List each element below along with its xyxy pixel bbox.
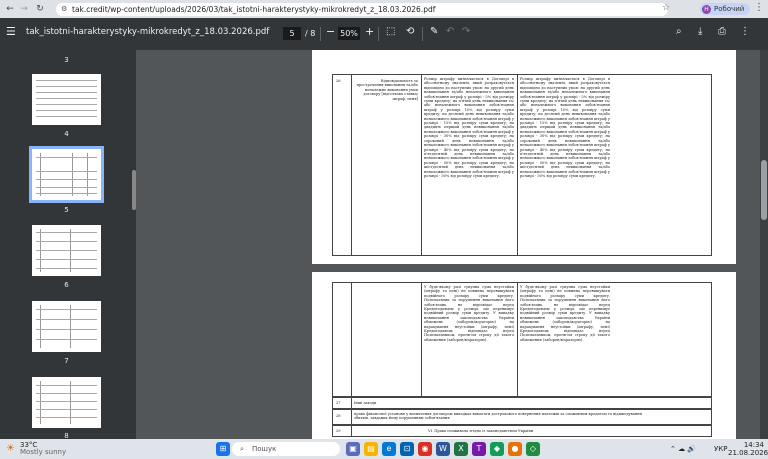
browser-menu-icon[interactable]: ⋮ [754, 2, 764, 13]
thumbnail-page-number: 4 [64, 130, 69, 138]
chrome-icon[interactable]: ◉ [418, 442, 432, 456]
app-icon[interactable]: ● [508, 442, 522, 456]
url-text: tak.credit/wp-content/uploads/2026/03/ta… [72, 5, 436, 14]
row-number: 27 [336, 401, 341, 405]
toolbar-divider [378, 27, 379, 41]
thumbnail-page-number: 6 [64, 281, 69, 289]
app-icon[interactable]: ◇ [526, 442, 540, 456]
thumbnail-page-8[interactable] [32, 377, 101, 428]
table-row-28: 28 право фінансової установи у визначени… [332, 409, 712, 425]
row-number: 29 [336, 429, 341, 433]
toolbar-divider [422, 27, 423, 41]
search-placeholder: Пошук [252, 445, 277, 453]
task-view-icon[interactable]: ▣ [346, 442, 360, 456]
row-number: 28 [336, 414, 341, 418]
thumbnail-sidebar[interactable]: 3 4 5 6 7 8 [0, 50, 136, 439]
thumbnail-page-number: 7 [64, 357, 69, 365]
document-title: tak_istotni-harakterystyky-mikrokredyt_z… [26, 27, 270, 37]
thumbnail-page-number: 8 [64, 432, 69, 439]
profile-button[interactable]: Н Робочий [700, 3, 751, 15]
start-icon[interactable]: ⊞ [216, 442, 230, 456]
pdf-viewer[interactable]: 26 Відповідальність за прострочення вико… [136, 50, 768, 439]
reload-icon[interactable]: ↻ [32, 4, 48, 14]
print-icon[interactable]: ⎙ [718, 26, 726, 37]
menu-icon[interactable]: ☰ [6, 25, 16, 38]
undo-icon[interactable]: ↶ [446, 26, 454, 37]
row-text: Інші заходи [354, 401, 377, 405]
toolbar-divider [320, 27, 321, 41]
zoom-out-icon[interactable]: − [326, 25, 335, 38]
weather-widget[interactable]: 33°C Mostly sunny [20, 442, 66, 456]
system-tray-icon[interactable]: ⌃ ☁ 🔊 [670, 445, 696, 453]
thumbnail-page-number: 5 [64, 206, 69, 214]
redo-icon[interactable]: ↷ [462, 26, 470, 37]
address-bar[interactable]: ⚙ tak.credit/wp-content/uploads/2026/03/… [56, 3, 668, 16]
page-number-input[interactable]: 5 [283, 27, 301, 40]
clock[interactable]: 14:34 21.08.2026 [728, 441, 768, 457]
weather-text: Mostly sunny [20, 448, 67, 456]
row-text: право фінансової установи у визначених д… [354, 412, 642, 421]
page-total: / 8 [305, 29, 316, 38]
search-icon: ⌕ [240, 445, 244, 453]
viewer-scrollbar[interactable] [760, 50, 768, 439]
file-explorer-icon[interactable]: ▤ [364, 442, 378, 456]
table-row-29: 29 VI. Права споживача згідно із законод… [332, 425, 712, 437]
thumbnail-page-4[interactable] [32, 74, 101, 125]
thumbnail-page-5[interactable] [29, 146, 104, 203]
browser-toolbar: ← → ↻ ⚙ tak.credit/wp-content/uploads/20… [0, 0, 768, 18]
rotate-icon[interactable]: ⟲ [406, 26, 414, 37]
store-icon[interactable]: ⊡ [400, 442, 414, 456]
time: 14:34 [743, 441, 764, 449]
excel-icon[interactable]: X [454, 442, 468, 456]
thumbnail-page-6[interactable] [32, 225, 101, 276]
cell-left: Розмір штрафу визначається в Договорі в … [424, 77, 514, 178]
taskbar-search[interactable]: ⌕ Пошук [232, 442, 340, 456]
zoom-in-icon[interactable]: + [365, 25, 374, 38]
zoom-input[interactable]: 50% [338, 27, 360, 40]
cell-right: Розмір штрафу визначається в Договорі в … [520, 77, 610, 178]
search-icon[interactable]: ⌕ [676, 26, 682, 37]
pdf-toolbar: ☰ tak_istotni-harakterystyky-mikrokredyt… [0, 18, 768, 50]
site-info-icon[interactable]: ⚙ [61, 3, 67, 16]
taskbar: ☀ 33°C Mostly sunny ⊞ ⌕ Пошук ▣ ▤ e ⊡ ◉ … [0, 439, 768, 459]
row-label: Відповідальність за прострочення виконан… [356, 79, 418, 101]
annotate-icon[interactable]: ✎ [430, 26, 438, 37]
teams-icon[interactable]: T [472, 442, 486, 456]
weather-icon[interactable]: ☀ [6, 443, 15, 454]
thumbnail-page-number: 3 [64, 56, 69, 64]
forward-icon[interactable]: → [16, 4, 32, 14]
table-row-27: 27 Інші заходи [332, 397, 712, 409]
bookmark-star-icon[interactable]: ☆ [662, 3, 670, 13]
table-row-26: 26 Відповідальність за прострочення вико… [332, 74, 712, 256]
app-icon[interactable]: ◆ [490, 442, 504, 456]
more-icon[interactable]: ⋮ [740, 26, 750, 37]
pdf-page: 26 Відповідальність за прострочення вико… [312, 50, 736, 264]
cell-left: У будь-якому разі сукупна сума неустойки… [424, 285, 514, 342]
download-icon[interactable]: ⤓ [698, 26, 702, 37]
edge-icon[interactable]: e [382, 442, 396, 456]
row-text: VI. Права споживача згідно із законодавс… [428, 429, 534, 433]
avatar: Н [702, 4, 711, 14]
word-icon[interactable]: W [436, 442, 450, 456]
language-indicator[interactable]: УКР [714, 445, 727, 453]
profile-label: Робочий [714, 5, 745, 13]
table-row-26-continued: У будь-якому разі сукупна сума неустойки… [332, 282, 712, 397]
cell-right: У будь-якому разі сукупна сума неустойки… [520, 285, 610, 342]
pdf-page: У будь-якому разі сукупна сума неустойки… [312, 272, 736, 439]
thumbnail-page-7[interactable] [32, 301, 101, 352]
row-number: 26 [336, 79, 341, 83]
date: 21.08.2026 [728, 449, 768, 457]
fit-page-icon[interactable]: ⬚ [386, 26, 395, 37]
